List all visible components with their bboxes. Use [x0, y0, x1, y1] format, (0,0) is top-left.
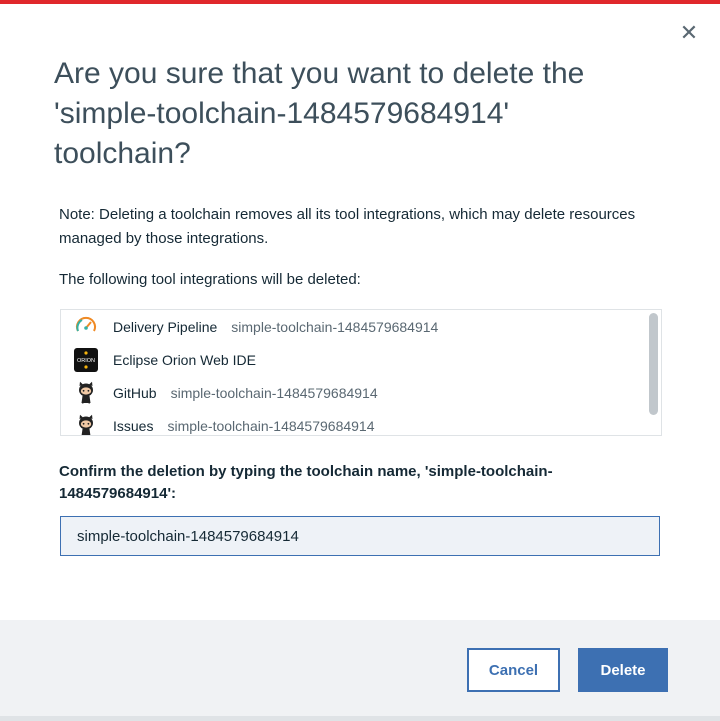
scrollbar-thumb[interactable]: [649, 313, 658, 415]
github-icon: [73, 380, 99, 406]
integrations-heading: The following tool integrations will be …: [59, 271, 361, 288]
deletion-note: Note: Deleting a toolchain removes all i…: [59, 206, 636, 247]
list-item: Delivery Pipeline simple-toolchain-14845…: [61, 310, 645, 343]
list-item: Issues simple-toolchain-1484579684914: [61, 409, 645, 435]
integration-instance: simple-toolchain-1484579684914: [170, 384, 378, 401]
list-item: ORION Eclipse Orion Web IDE: [61, 343, 645, 376]
delete-button[interactable]: Delete: [578, 648, 668, 692]
dialog-title: Are you sure that you want to delete the…: [54, 57, 585, 170]
orion-icon: ORION: [73, 347, 99, 373]
integration-instance: simple-toolchain-1484579684914: [231, 318, 439, 335]
integrations-list[interactable]: Delivery Pipeline simple-toolchain-14845…: [60, 309, 662, 436]
confirm-label: Confirm the deletion by typing the toolc…: [59, 463, 553, 502]
svg-text:ORION: ORION: [77, 358, 95, 364]
integration-name: Issues: [113, 417, 154, 434]
top-accent-bar: [0, 0, 720, 4]
cancel-button[interactable]: Cancel: [467, 648, 560, 692]
list-scrollbar[interactable]: [649, 313, 658, 430]
list-item: GitHub simple-toolchain-1484579684914: [61, 376, 645, 409]
background-peek: [0, 716, 720, 721]
close-icon[interactable]: ✕: [678, 20, 700, 45]
github-icon: [73, 413, 99, 435]
toolchain-name-input[interactable]: [60, 516, 660, 556]
integration-name: Delivery Pipeline: [113, 318, 218, 335]
integration-instance: simple-toolchain-1484579684914: [167, 417, 375, 434]
delivery-pipeline-icon: [73, 314, 99, 340]
integration-name: Eclipse Orion Web IDE: [113, 351, 256, 368]
integration-name: GitHub: [113, 384, 157, 401]
